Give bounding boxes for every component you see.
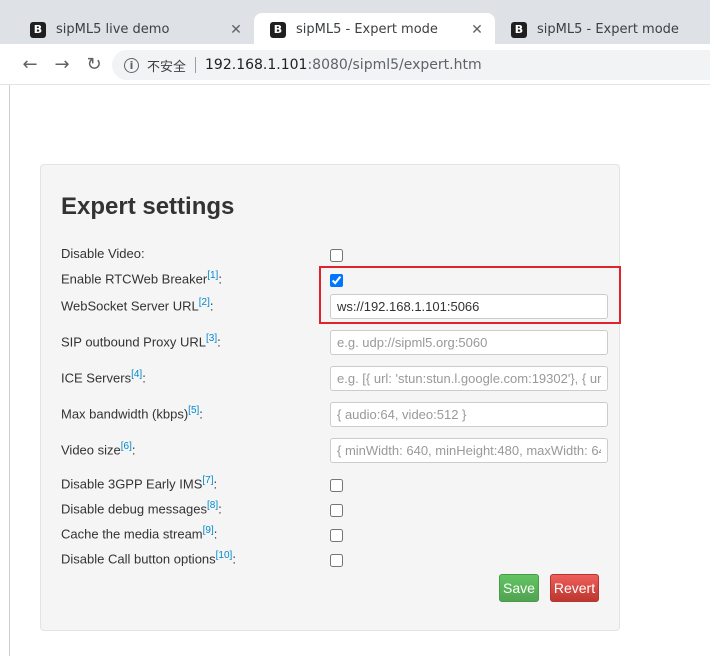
favicon-icon: B [30,21,46,38]
enable-rtcweb-breaker-checkbox[interactable] [330,274,343,287]
info-icon[interactable]: i [124,57,139,73]
ref-link[interactable]: [9] [203,525,214,536]
sip-outbound-proxy-label: SIP outbound Proxy URL[3]: [61,333,221,349]
label-suffix: : [213,476,218,492]
browser-toolbar: ← → ↻ i 不安全 192.168.1.101:8080/sipml5/ex… [0,46,710,85]
reload-icon[interactable]: ↻ [83,54,105,76]
label-suffix: : [199,406,203,422]
label-text: Disable Video: [61,246,145,261]
disable-debug-messages-checkbox[interactable] [330,504,343,517]
ref-link[interactable]: [10] [216,550,233,561]
favicon-icon: B [270,21,286,38]
cache-media-stream-label: Cache the media stream[9]: [61,525,217,541]
tab-strip: B sipML5 live demo ✕ B sipML5 - Expert m… [0,0,710,46]
security-status: 不安全 [147,59,187,75]
close-tab-icon[interactable]: ✕ [228,22,244,38]
tab-expert-mode-active[interactable]: B sipML5 - Expert mode ✕ [254,13,495,46]
disable-debug-messages-label: Disable debug messages[8]: [61,500,222,516]
websocket-url-label: WebSocket Server URL[2]: [61,297,214,313]
label-text: Enable RTCWeb Breaker [61,271,208,287]
disable-3gpp-early-ims-checkbox[interactable] [330,479,343,492]
address-bar[interactable]: i 不安全 192.168.1.101:8080/sipml5/expert.h… [112,50,710,80]
label-suffix: : [209,298,214,314]
ref-link[interactable]: [7] [202,475,213,486]
divider [9,85,10,656]
disable-video-label: Disable Video: [61,246,145,261]
ref-link[interactable]: [8] [207,500,218,511]
ref-link[interactable]: [5] [188,405,199,416]
label-text: Disable Call button options [61,551,216,567]
save-button[interactable]: Save [499,574,539,602]
label-text: Cache the media stream [61,526,203,542]
label-text: Max bandwidth (kbps) [61,406,189,422]
enable-rtcweb-breaker-label: Enable RTCWeb Breaker[1]: [61,270,222,286]
forward-icon[interactable]: → [51,54,73,76]
back-icon[interactable]: ← [19,54,41,76]
websocket-url-input[interactable] [330,294,608,319]
label-suffix: : [131,442,136,458]
label-suffix: : [218,271,222,287]
tab-sipml5-live-demo[interactable]: B sipML5 live demo ✕ [14,13,254,46]
revert-button[interactable]: Revert [550,574,599,602]
label-suffix: : [218,501,222,517]
disable-call-button-options-label: Disable Call button options[10]: [61,550,236,566]
label-suffix: : [217,334,221,350]
ref-link[interactable]: [1] [207,270,218,281]
label-text: WebSocket Server URL [61,298,199,314]
label-text: Disable 3GPP Early IMS [61,476,203,492]
label-text: SIP outbound Proxy URL [61,334,207,350]
close-tab-icon[interactable]: ✕ [469,22,485,38]
video-size-input[interactable] [330,438,608,463]
url-path: :8080/sipml5/expert.htm [307,57,482,73]
ref-link[interactable]: [2] [199,297,210,308]
tab-title: sipML5 - Expert mode [537,22,679,37]
video-size-label: Video size[6]: [61,441,136,457]
sip-outbound-proxy-input[interactable] [330,330,608,355]
label-suffix: : [232,551,236,567]
max-bandwidth-input[interactable] [330,402,608,427]
favicon-icon: B [511,21,527,38]
ref-link[interactable]: [6] [121,441,132,452]
url-host: 192.168.1.101 [205,57,308,73]
ice-servers-label: ICE Servers[4]: [61,369,146,385]
tab-expert-mode[interactable]: B sipML5 - Expert mode [495,13,710,46]
ref-link[interactable]: [3] [206,333,217,344]
tab-title: sipML5 live demo [56,22,170,37]
label-text: Disable debug messages [61,501,207,517]
ice-servers-input[interactable] [330,366,608,391]
label-text: Video size [61,442,121,458]
disable-call-button-options-checkbox[interactable] [330,554,343,567]
max-bandwidth-label: Max bandwidth (kbps)[5]: [61,405,203,421]
divider [195,57,197,73]
tab-title: sipML5 - Expert mode [296,22,438,37]
expert-settings-panel: Expert settings Disable Video: Enable RT… [40,164,621,631]
label-suffix: : [142,370,146,386]
ref-link[interactable]: [4] [131,369,142,380]
disable-3gpp-early-ims-label: Disable 3GPP Early IMS[7]: [61,475,217,491]
page-title: Expert settings [61,193,235,220]
label-text: ICE Servers [61,370,132,386]
cache-media-stream-checkbox[interactable] [330,529,343,542]
label-suffix: : [213,526,218,542]
disable-video-checkbox[interactable] [330,249,343,262]
